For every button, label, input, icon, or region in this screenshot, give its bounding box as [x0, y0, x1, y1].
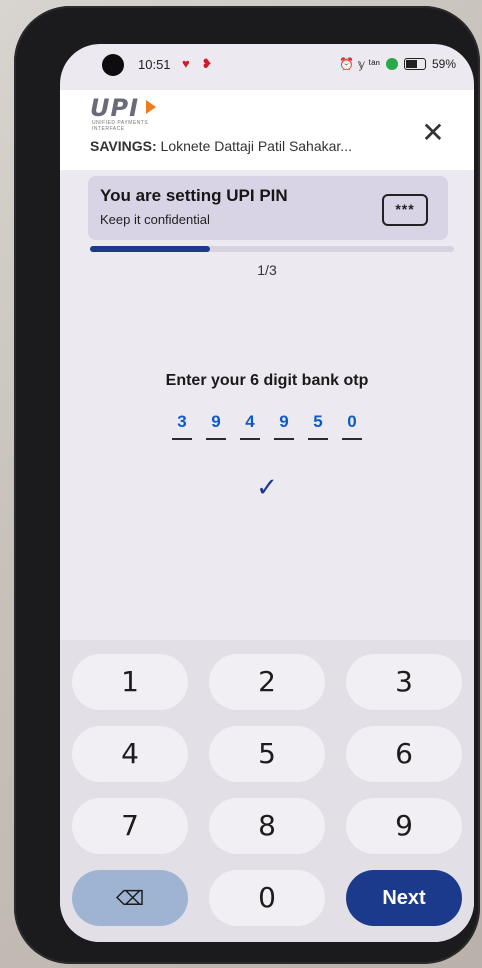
- progress-bar: [90, 246, 454, 252]
- otp-digit: 0: [342, 412, 362, 440]
- key-2[interactable]: 2: [209, 654, 325, 710]
- status-time: 10:51: [138, 57, 171, 72]
- otp-digit: 9: [206, 412, 226, 440]
- app-header: UPI UNIFIED PAYMENTS INTERFACE SAVINGS: …: [60, 90, 474, 170]
- backspace-icon: ⌫: [115, 886, 145, 910]
- close-button[interactable]: ✕: [418, 118, 448, 148]
- phone-screen: 10:51 ♥ ❥ ⏰ 𝕪 ᵗᵃⁿ 59% UPI UNIFIED PAYMEN…: [60, 44, 474, 942]
- otp-input[interactable]: 3 9 4 9 5 0: [172, 412, 372, 442]
- key-3[interactable]: 3: [346, 654, 462, 710]
- upi-logo-text: UPI: [90, 94, 140, 122]
- battery-icon: [403, 58, 426, 70]
- key-6[interactable]: 6: [346, 726, 462, 782]
- upi-arrow-icon: [146, 100, 156, 114]
- password-dots-icon: ***: [382, 194, 428, 226]
- bank-account-line: SAVINGS: Loknete Dattaji Patil Sahakar..…: [90, 138, 352, 154]
- status-bar: 10:51 ♥ ❥ ⏰ 𝕪 ᵗᵃⁿ 59%: [60, 44, 474, 92]
- shield-icon: [385, 58, 398, 70]
- key-4[interactable]: 4: [72, 726, 188, 782]
- front-camera: [102, 54, 124, 76]
- close-icon: ✕: [421, 117, 445, 148]
- pin-card-title: You are setting UPI PIN: [100, 186, 288, 205]
- phone-frame: 10:51 ♥ ❥ ⏰ 𝕪 ᵗᵃⁿ 59% UPI UNIFIED PAYMEN…: [14, 6, 480, 964]
- key-9[interactable]: 9: [346, 798, 462, 854]
- check-icon: ✓: [256, 472, 278, 502]
- otp-digit: 9: [274, 412, 294, 440]
- system-icons: ⏰ 𝕪 ᵗᵃⁿ 59%: [339, 57, 456, 71]
- otp-digit: 3: [172, 412, 192, 440]
- key-5[interactable]: 5: [209, 726, 325, 782]
- account-type: SAVINGS:: [90, 138, 157, 154]
- pin-card-subtitle: Keep it confidential: [100, 212, 210, 227]
- upi-logo-subtitle: UNIFIED PAYMENTS INTERFACE: [92, 120, 149, 132]
- progress-fill: [90, 246, 211, 252]
- otp-digit: 5: [308, 412, 328, 440]
- next-button[interactable]: Next: [346, 870, 462, 926]
- notification-icons: ♥ ❥: [182, 56, 217, 71]
- bank-name: Loknete Dattaji Patil Sahakar...: [160, 138, 352, 154]
- numeric-keypad: 1 2 3 4 5 6 7 8 9 ⌫ 0 Next: [60, 640, 474, 942]
- signal-icons: ⏰ 𝕪 ᵗᵃⁿ: [339, 57, 380, 71]
- key-7[interactable]: 7: [72, 798, 188, 854]
- upi-logo: UPI UNIFIED PAYMENTS INTERFACE: [90, 94, 180, 132]
- otp-digit: 4: [240, 412, 260, 440]
- pin-info-card: You are setting UPI PIN Keep it confiden…: [88, 176, 448, 240]
- otp-prompt: Enter your 6 digit bank otp: [165, 372, 369, 389]
- key-8[interactable]: 8: [209, 798, 325, 854]
- step-indicator: 1/3: [257, 262, 277, 278]
- key-0[interactable]: 0: [209, 870, 325, 926]
- battery-percent: 59%: [431, 57, 456, 71]
- key-1[interactable]: 1: [72, 654, 188, 710]
- backspace-button[interactable]: ⌫: [72, 870, 188, 926]
